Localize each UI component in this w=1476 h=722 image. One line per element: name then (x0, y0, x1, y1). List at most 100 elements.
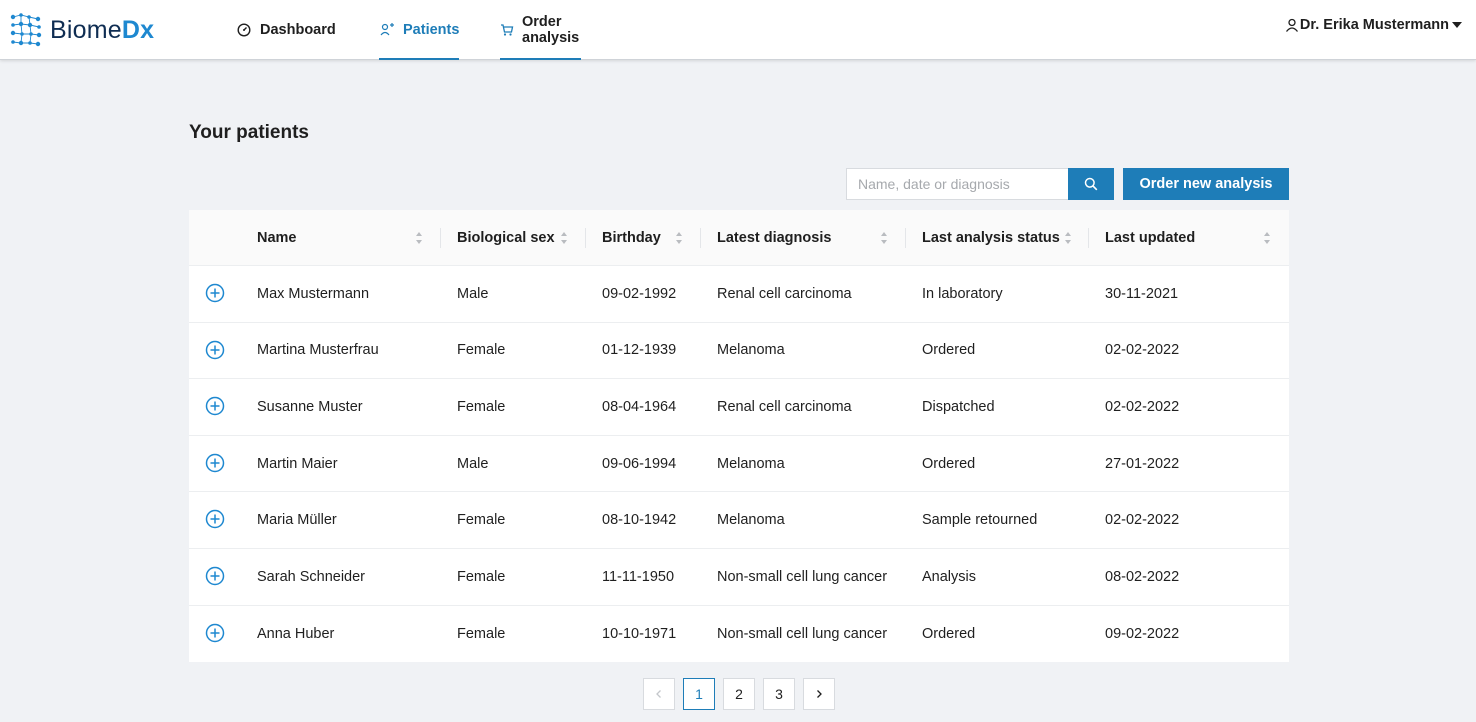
cell-biological-sex: Female (457, 342, 506, 359)
expand-row-icon[interactable] (205, 623, 225, 643)
sort-icon (676, 232, 682, 244)
cell-last-analysis-status: In laboratory (922, 285, 1003, 302)
cell-last-analysis-status: Sample retourned (922, 512, 1038, 529)
cell-name: Martina Musterfrau (257, 342, 379, 359)
cell-last-updated: 30-11-2021 (1105, 285, 1179, 302)
top-header: BiomeDx Dashboard Patients Order analysi… (0, 0, 1476, 60)
cell-latest-diagnosis: Renal cell carcinoma (717, 398, 852, 415)
cell-biological-sex: Male (457, 285, 489, 302)
nav-item-dashboard[interactable]: Dashboard (236, 0, 336, 60)
search-icon (1084, 177, 1098, 191)
column-header-label: Birthday (602, 230, 661, 246)
table-header: Name Biological sex Birthday Latest diag… (189, 210, 1289, 266)
cell-biological-sex: Female (457, 512, 506, 529)
cell-last-analysis-status: Ordered (922, 455, 976, 472)
brand-name: BiomeDx (50, 16, 154, 45)
column-separator (905, 228, 906, 248)
column-header-name[interactable]: Name (257, 210, 427, 266)
chevron-left-icon (656, 690, 661, 698)
order-new-analysis-button[interactable]: Order new analysis (1123, 168, 1289, 200)
column-separator (585, 228, 586, 248)
cell-birthday: 10-10-1971 (602, 625, 677, 642)
cell-name: Maria Müller (257, 512, 337, 529)
expand-row-icon[interactable] (205, 509, 225, 529)
cell-name: Anna Huber (257, 625, 335, 642)
cell-latest-diagnosis: Non-small cell lung cancer (717, 625, 888, 642)
column-separator (440, 228, 441, 248)
patients-table: Name Biological sex Birthday Latest diag… (189, 210, 1289, 663)
brand-name-part2: Dx (121, 15, 155, 44)
user-icon (1285, 18, 1298, 32)
expand-row-icon[interactable] (205, 396, 225, 416)
expand-row-icon[interactable] (205, 340, 225, 360)
search-input[interactable] (846, 168, 1069, 200)
sort-icon (416, 232, 422, 244)
cell-latest-diagnosis: Melanoma (717, 512, 785, 529)
nav-item-order-analysis[interactable]: Order analysis (500, 0, 582, 60)
column-separator (700, 228, 701, 248)
pagination-next-button[interactable] (803, 678, 835, 710)
page-title: Your patients (189, 122, 309, 143)
expand-row-icon[interactable] (205, 566, 225, 586)
expand-row-icon[interactable] (205, 453, 225, 473)
nav-item-patients[interactable]: Patients (379, 0, 460, 60)
column-header-label: Name (257, 230, 297, 246)
cell-last-analysis-status: Ordered (922, 342, 976, 359)
cell-birthday: 08-10-1942 (602, 512, 677, 529)
dashboard-gauge-icon (236, 22, 252, 38)
column-header-last-updated[interactable]: Last updated (1105, 210, 1280, 266)
column-header-last-analysis-status[interactable]: Last analysis status (922, 210, 1082, 266)
active-tab-indicator (379, 58, 460, 60)
cell-last-updated: 09-02-2022 (1105, 625, 1180, 642)
table-body: Max Mustermann Male 09-02-1992 Renal cel… (189, 266, 1289, 662)
column-separator (1088, 228, 1089, 248)
nav-item-order-analysis-label: Order analysis (522, 14, 580, 46)
column-header-label: Biological sex (457, 230, 555, 246)
cell-biological-sex: Female (457, 568, 506, 585)
patients-icon (379, 22, 395, 38)
column-header-label: Last analysis status (922, 230, 1060, 246)
cell-name: Martin Maier (257, 455, 338, 472)
user-name: Dr. Erika Mustermann (1299, 17, 1449, 33)
user-menu[interactable]: Dr. Erika Mustermann (1285, 17, 1462, 33)
cell-last-analysis-status: Analysis (922, 568, 976, 585)
table-row: Susanne Muster Female 08-04-1964 Renal c… (189, 379, 1289, 436)
column-header-latest-diagnosis[interactable]: Latest diagnosis (717, 210, 897, 266)
pagination-prev-button[interactable] (643, 678, 675, 710)
column-header-label: Latest diagnosis (717, 230, 832, 246)
table-row: Martina Musterfrau Female 01-12-1939 Mel… (189, 323, 1289, 380)
caret-down-icon (1452, 22, 1462, 28)
cart-icon (500, 22, 514, 38)
order-tab-indicator (500, 58, 582, 60)
table-row: Max Mustermann Male 09-02-1992 Renal cel… (189, 266, 1289, 323)
sort-icon (1065, 232, 1071, 244)
column-header-birthday[interactable]: Birthday (602, 210, 702, 266)
nav-item-patients-label: Patients (403, 22, 460, 38)
table-row: Anna Huber Female 10-10-1971 Non-small c… (189, 606, 1289, 663)
cell-biological-sex: Male (457, 455, 489, 472)
column-header-label: Last updated (1105, 230, 1196, 246)
biomedx-logo-icon (10, 13, 42, 47)
cell-latest-diagnosis: Non-small cell lung cancer (717, 568, 888, 585)
sort-icon (1264, 232, 1270, 244)
pagination-page-3[interactable]: 3 (763, 678, 795, 710)
cell-latest-diagnosis: Renal cell carcinoma (717, 285, 852, 302)
cell-name: Max Mustermann (257, 285, 370, 302)
table-row: Maria Müller Female 08-10-1942 Melanoma … (189, 492, 1289, 549)
search-button[interactable] (1068, 168, 1114, 200)
sort-icon (561, 232, 567, 244)
pagination-page-1[interactable]: 1 (683, 678, 715, 710)
cell-biological-sex: Female (457, 398, 506, 415)
cell-last-updated: 02-02-2022 (1105, 512, 1180, 529)
cell-latest-diagnosis: Melanoma (717, 342, 785, 359)
chevron-right-icon (817, 690, 822, 698)
column-header-biological-sex[interactable]: Biological sex (457, 210, 577, 266)
cell-birthday: 09-06-1994 (602, 455, 677, 472)
brand-logo[interactable]: BiomeDx (10, 12, 154, 48)
cell-birthday: 08-04-1964 (602, 398, 677, 415)
pagination-page-2[interactable]: 2 (723, 678, 755, 710)
nav-item-dashboard-label: Dashboard (260, 22, 336, 38)
brand-name-part1: Biome (50, 15, 122, 44)
expand-row-icon[interactable] (205, 283, 225, 303)
cell-last-updated: 02-02-2022 (1105, 342, 1180, 359)
